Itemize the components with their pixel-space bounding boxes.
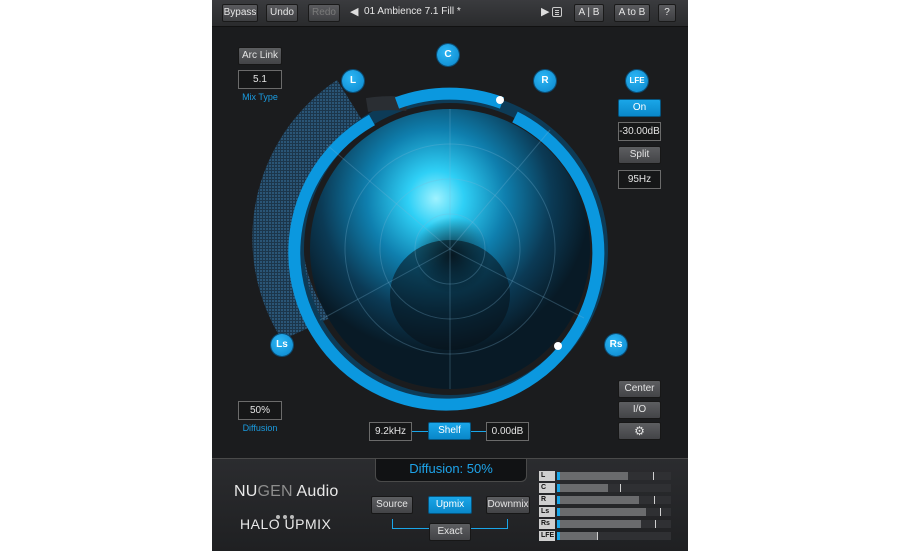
speaker-right-surround[interactable]: Rs: [605, 334, 627, 356]
logo-gen: GEN: [257, 483, 293, 500]
meter-track: [557, 520, 671, 528]
meter-start-marker: [557, 472, 560, 480]
arc-handle-rear[interactable]: [554, 342, 562, 350]
meter-label: Rs: [539, 519, 555, 529]
meter-track: [557, 496, 671, 504]
logo-audio: Audio: [292, 483, 339, 500]
meter-row: LFE: [539, 530, 674, 542]
shelf-connector-left: [412, 431, 428, 432]
exact-button[interactable]: Exact: [429, 523, 471, 541]
lfe-split-button[interactable]: Split: [618, 146, 661, 164]
upmix-field-display[interactable]: [212, 0, 688, 458]
meter-start-marker: [557, 520, 560, 528]
meter-track: [557, 484, 671, 492]
meter-start-marker: [557, 496, 560, 504]
product-name: HALO UPMIX: [240, 516, 332, 532]
meter-level-bar: [557, 484, 608, 492]
meter-peak-marker: [620, 484, 621, 492]
halo-upmix-plugin: Bypass Undo Redo ◀ 01 Ambience 7.1 Fill …: [212, 0, 688, 551]
meter-peak-marker: [654, 496, 655, 504]
meter-label: C: [539, 483, 555, 493]
speaker-left-surround[interactable]: Ls: [271, 334, 293, 356]
meter-start-marker: [557, 484, 560, 492]
lfe-gain-field[interactable]: -30.00dB: [618, 122, 661, 141]
meter-start-marker: [557, 508, 560, 516]
meter-level-bar: [557, 496, 639, 504]
meter-start-marker: [557, 532, 560, 540]
speaker-center[interactable]: C: [437, 44, 459, 66]
meter-level-bar: [557, 520, 641, 528]
lfe-on-button[interactable]: On: [618, 99, 661, 117]
meter-peak-marker: [597, 532, 598, 540]
nugen-audio-logo: NUGEN Audio: [234, 483, 346, 501]
speaker-left[interactable]: L: [342, 70, 364, 92]
meter-track: [557, 472, 671, 480]
meter-peak-marker: [660, 508, 661, 516]
shelf-frequency-field[interactable]: 9.2kHz: [369, 422, 412, 441]
meter-label: LFE: [539, 531, 555, 541]
io-button[interactable]: I/O: [618, 401, 661, 419]
center-button[interactable]: Center: [618, 380, 661, 398]
meter-row: R: [539, 494, 674, 506]
logo-nu: NU: [234, 483, 258, 500]
arc-link-button[interactable]: Arc Link: [238, 47, 282, 65]
meter-label: R: [539, 495, 555, 505]
meter-peak-marker: [653, 472, 654, 480]
meter-level-bar: [557, 508, 646, 516]
bottom-panel: Diffusion: 50% NUGEN Audio HALO UPMIX So…: [212, 458, 688, 551]
source-button[interactable]: Source: [371, 496, 413, 514]
mix-type-field[interactable]: 5.1: [238, 70, 282, 89]
speaker-lfe[interactable]: LFE: [626, 70, 648, 92]
settings-gear-icon[interactable]: ⚙: [618, 422, 661, 440]
shelf-connector-right: [471, 431, 486, 432]
arc-handle-front[interactable]: [496, 96, 504, 104]
meter-peak-marker: [655, 520, 656, 528]
lfe-frequency-field[interactable]: 95Hz: [618, 170, 661, 189]
meter-row: L: [539, 470, 674, 482]
meter-row: Rs: [539, 518, 674, 530]
meter-track: [557, 532, 671, 540]
diffusion-label: Diffusion: [242, 423, 278, 433]
speaker-right[interactable]: R: [534, 70, 556, 92]
meter-level-bar: [557, 472, 628, 480]
meter-level-bar: [557, 532, 597, 540]
meter-row: Ls: [539, 506, 674, 518]
downmix-button[interactable]: Downmix: [486, 496, 530, 514]
meter-track: [557, 508, 671, 516]
meter-row: C: [539, 482, 674, 494]
diffusion-readout: Diffusion: 50%: [375, 459, 527, 482]
meter-label: L: [539, 471, 555, 481]
output-meters: L C R Ls Rs LFE: [539, 470, 674, 542]
upmix-button[interactable]: Upmix: [428, 496, 472, 514]
shelf-gain-field[interactable]: 0.00dB: [486, 422, 529, 441]
shelf-button[interactable]: Shelf: [428, 422, 471, 440]
diffusion-field[interactable]: 50%: [238, 401, 282, 420]
meter-label: Ls: [539, 507, 555, 517]
mix-type-label: Mix Type: [242, 92, 278, 102]
